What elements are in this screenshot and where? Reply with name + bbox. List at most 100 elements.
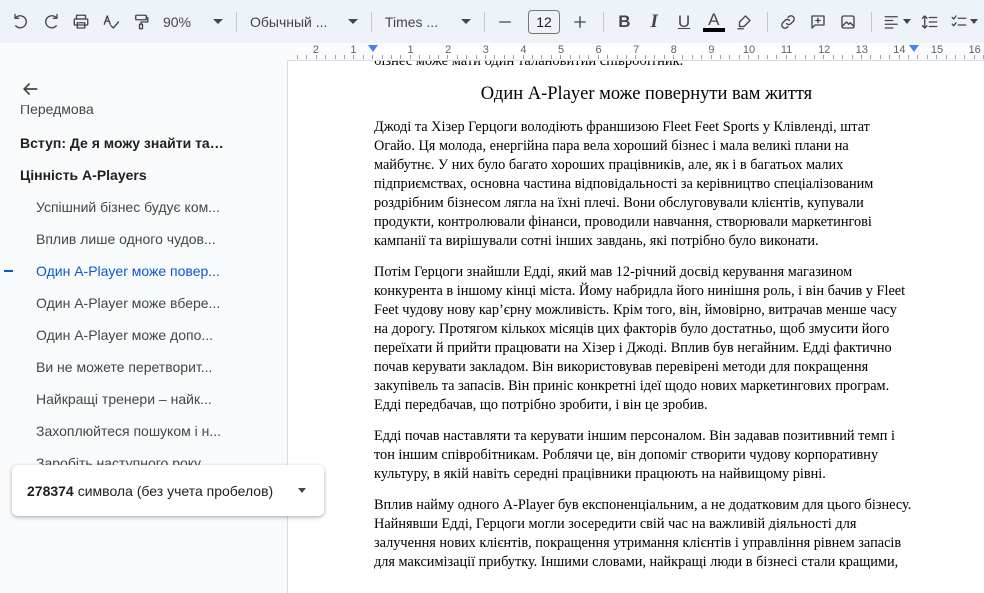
ruler-tick: [381, 55, 383, 59]
document-text-line: Найнявши Едді, Герцоги могли зосередити …: [374, 516, 857, 532]
document-text-line: закупівель та запасів. Він приніс конкре…: [374, 378, 890, 394]
ruler-tick: [682, 55, 684, 59]
ruler-tick: [663, 55, 665, 59]
style-dropdown[interactable]: Обычный ...: [244, 8, 364, 36]
highlight-color-button[interactable]: [730, 8, 757, 36]
insert-comment-button[interactable]: [805, 8, 832, 36]
left-indent-marker[interactable]: [368, 45, 378, 52]
spellcheck-button[interactable]: [97, 8, 124, 36]
outline-item[interactable]: Один A-Player може допо...: [0, 319, 287, 351]
horizontal-ruler[interactable]: 211234567891011121314151617: [287, 43, 984, 61]
outline-item-clipped[interactable]: Передмова: [20, 105, 94, 117]
outline-item-label: Один A-Player може повер...: [36, 263, 220, 279]
checklist-icon: [951, 14, 967, 26]
font-dropdown[interactable]: Times ...: [379, 8, 477, 36]
toolbar-divider: [767, 11, 768, 32]
style-value: Обычный ...: [249, 13, 328, 30]
ruler-tick: [607, 55, 609, 59]
ruler-tick: [494, 55, 496, 59]
document-text-line: продукти, контролювали фінанси, проводил…: [374, 214, 872, 230]
ruler-tick: [955, 55, 956, 59]
chevron-down-icon: [460, 19, 471, 24]
outline-item[interactable]: Найкращі тренери – найк...: [0, 383, 287, 415]
document-text-line: роздрібним бізнесом лягла на їхні плечі.…: [374, 195, 864, 211]
ruler-tick: [804, 55, 806, 59]
underline-icon: U: [677, 11, 691, 31]
right-indent-marker[interactable]: [909, 45, 919, 52]
outline-item-label: Цінність A-Players: [20, 167, 147, 183]
ruler-tick: [898, 55, 900, 59]
toolbar-divider: [603, 11, 605, 32]
ruler-tick: [550, 55, 552, 59]
link-icon: [781, 14, 796, 29]
paint-format-button[interactable]: [127, 8, 154, 36]
increase-font-size-button[interactable]: [566, 8, 593, 36]
ruler-tick: [588, 55, 590, 59]
outline-item[interactable]: Вплив лише одного чудов...: [0, 223, 287, 255]
document-text-line: Feet чудову нову кар’єрну можливість. Кр…: [374, 302, 897, 318]
font-size-input[interactable]: 12: [527, 9, 561, 34]
ruler-tick: [579, 55, 580, 59]
chevron-down-icon: [902, 19, 911, 24]
document-text-line: бізнес може мати один талановитий співро…: [374, 61, 684, 69]
outline-item-label: Вступ: Де я можу знайти тал...: [20, 135, 230, 151]
document-text-line: почав керувати закладом. Він використову…: [374, 359, 869, 375]
ruler-tick: [644, 55, 646, 59]
word-count-card[interactable]: 278374 символа (без учета пробелов): [12, 465, 324, 516]
outline-item[interactable]: Захоплюйтеся пошуком і н...: [0, 415, 287, 447]
print-icon: [73, 14, 89, 29]
line-spacing-button[interactable]: [917, 8, 944, 36]
insert-link-button[interactable]: [775, 8, 802, 36]
document-text-line: підприємствах, основна частина відповіда…: [374, 176, 874, 192]
insert-image-button[interactable]: [835, 8, 862, 36]
undo-button[interactable]: [8, 8, 35, 36]
ruler-tick: [917, 55, 919, 59]
document-text-line: культуру, в якій навіть середні працівни…: [374, 466, 826, 482]
text-color-button[interactable]: A: [700, 8, 727, 36]
ruler-tick: [616, 55, 618, 59]
outline-item[interactable]: Один A-Player може вбере...: [0, 287, 287, 319]
docs-app: 90% Обычный ... Times ... 12 B I U A 2 1…: [0, 0, 984, 593]
toolbar-divider: [236, 11, 237, 32]
underline-button[interactable]: U: [671, 8, 698, 36]
decrease-font-size-button[interactable]: [492, 8, 519, 36]
ruler-tick: [814, 55, 815, 59]
document-text-line: для максимізації прибутку. Іншими словам…: [374, 554, 899, 570]
redo-button[interactable]: [38, 8, 65, 36]
document-text-line: на дорогу. Протягом кількох місяців цих …: [374, 321, 890, 337]
ruler-tick: [748, 55, 750, 59]
italic-button[interactable]: I: [641, 8, 668, 36]
outline-item-active[interactable]: Один A-Player може повер...: [0, 255, 287, 287]
ruler-tick: [438, 55, 439, 59]
ruler-tick: [400, 55, 402, 59]
print-button[interactable]: [68, 8, 95, 36]
ruler-tick: [353, 55, 355, 59]
ruler-tick: [306, 55, 308, 59]
document-paragraph: Едді почав наставляти та керувати іншим …: [374, 427, 919, 484]
document-page[interactable]: бізнес може мати один талановитий співро…: [287, 61, 984, 593]
ruler-tick: [635, 55, 637, 59]
ruler-tick: [654, 55, 656, 59]
outline-item-label: Один A-Player може вбере...: [36, 295, 221, 311]
arrow-back-icon: [23, 83, 38, 95]
align-button[interactable]: [879, 8, 913, 36]
checklist-button[interactable]: [947, 8, 981, 36]
bold-button[interactable]: B: [611, 8, 638, 36]
document-text-line: кампанії та вирішували сотні інших завда…: [374, 233, 819, 249]
outline-item[interactable]: Ви не можете перетворит...: [0, 351, 287, 383]
ruler-tick: [973, 55, 975, 59]
redo-icon: [45, 13, 58, 28]
chevron-down-icon[interactable]: [298, 488, 306, 493]
outline-item[interactable]: Вступ: Де я можу знайти тал...: [0, 127, 287, 159]
outline-item[interactable]: Успішний бізнес будує ком...: [0, 191, 287, 223]
ruler-tick: [522, 55, 524, 59]
align-left-icon: [884, 15, 898, 29]
chevron-down-icon: [969, 19, 978, 24]
zoom-dropdown[interactable]: 90%: [157, 8, 229, 36]
close-outline-button[interactable]: [16, 77, 44, 101]
outline-item[interactable]: Цінність A-Players: [0, 159, 287, 191]
ruler-tick: [485, 55, 486, 59]
document-paragraph: Джоді та Хізер Герцоги володіють франшиз…: [374, 118, 919, 251]
document-text-line: конкурента в іншому кінці міста. Йому на…: [374, 283, 906, 299]
document-text-line: переїхати й прийти працювати на Хізер і …: [374, 340, 892, 356]
